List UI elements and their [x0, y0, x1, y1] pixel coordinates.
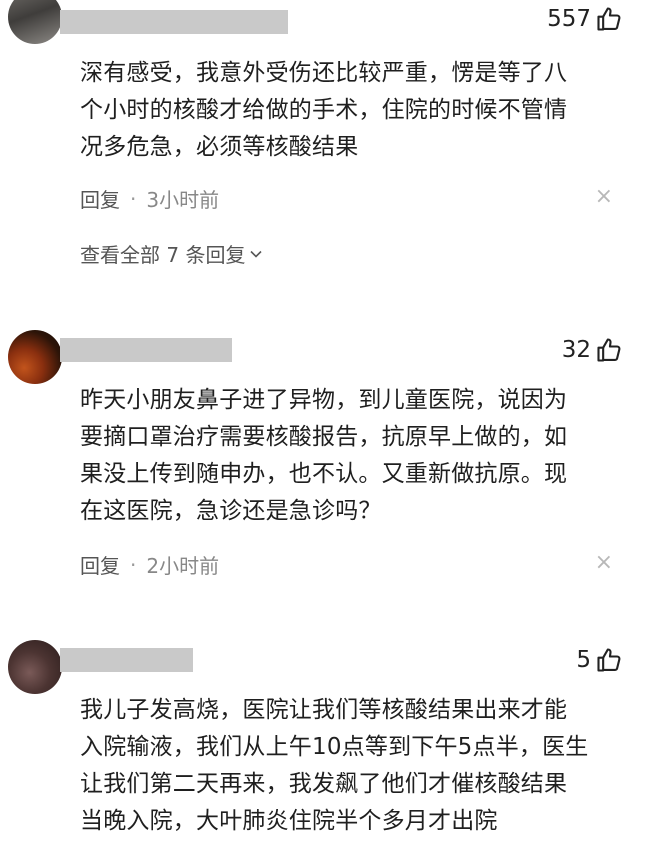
- chevron-down-icon: [250, 250, 263, 258]
- reply-button[interactable]: 回复: [80, 184, 120, 213]
- like-control[interactable]: 557: [547, 5, 623, 33]
- close-icon[interactable]: ×: [595, 186, 613, 208]
- separator-dot: ·: [130, 186, 137, 211]
- comment-line: 果没上传到随申办，也不认。又重新做抗原。现: [80, 461, 568, 487]
- like-control[interactable]: 5: [576, 646, 623, 674]
- thumbs-up-icon[interactable]: [595, 336, 623, 364]
- thumbs-up-icon[interactable]: [595, 5, 623, 33]
- view-all-replies-link[interactable]: 查看全部 7 条回复: [80, 239, 263, 268]
- comment-line: 让我们第二天再来，我发飙了他们才催核酸结果: [80, 771, 568, 797]
- comment-line: 入院输液，我们从上午10点等到下午5点半，医生: [80, 734, 589, 760]
- comment-text: 我儿子发高烧，医院让我们等核酸结果出来才能 入院输液，我们从上午10点等到下午5…: [80, 692, 625, 840]
- comment-line: 当晚入院，大叶肺炎住院半个多月才出院: [80, 808, 498, 834]
- avatar[interactable]: [8, 640, 62, 694]
- thumbs-up-icon[interactable]: [595, 646, 623, 674]
- comment-line: 昨天小朋友鼻子进了异物，到儿童医院，说因为: [80, 387, 568, 413]
- username-redacted[interactable]: [60, 10, 288, 34]
- like-count: 5: [576, 647, 591, 673]
- timestamp: 2小时前: [146, 554, 220, 578]
- reply-button[interactable]: 回复: [80, 550, 120, 579]
- comment-text: 昨天小朋友鼻子进了异物，到儿童医院，说因为 要摘口罩治疗需要核酸报告，抗原早上做…: [80, 382, 625, 530]
- username-redacted[interactable]: [60, 648, 193, 672]
- comment-line: 深有感受，我意外受伤还比较严重，愣是等了八: [80, 60, 568, 86]
- separator-dot: ·: [130, 552, 137, 577]
- comment-line: 个小时的核酸才给做的手术，住院的时候不管情: [80, 97, 568, 123]
- username-redacted[interactable]: [60, 338, 232, 362]
- like-count: 32: [561, 337, 591, 363]
- close-icon[interactable]: ×: [595, 552, 613, 574]
- comment-meta: 回复 · 2小时前: [80, 550, 219, 579]
- comment-line: 况多危急，必须等核酸结果: [80, 134, 359, 160]
- comment-line: 在这医院，急诊还是急诊吗？: [80, 498, 382, 524]
- avatar[interactable]: [8, 330, 62, 384]
- avatar[interactable]: [8, 0, 62, 44]
- like-count: 557: [547, 6, 591, 32]
- view-all-label: 查看全部 7 条回复: [80, 243, 246, 267]
- comment-line: 要摘口罩治疗需要核酸报告，抗原早上做的，如: [80, 424, 568, 450]
- comment-meta: 回复 · 3小时前: [80, 184, 219, 213]
- timestamp: 3小时前: [146, 188, 220, 212]
- comment-text: 深有感受，我意外受伤还比较严重，愣是等了八 个小时的核酸才给做的手术，住院的时候…: [80, 55, 625, 166]
- comment-line: 我儿子发高烧，医院让我们等核酸结果出来才能: [80, 697, 568, 723]
- like-control[interactable]: 32: [562, 336, 623, 364]
